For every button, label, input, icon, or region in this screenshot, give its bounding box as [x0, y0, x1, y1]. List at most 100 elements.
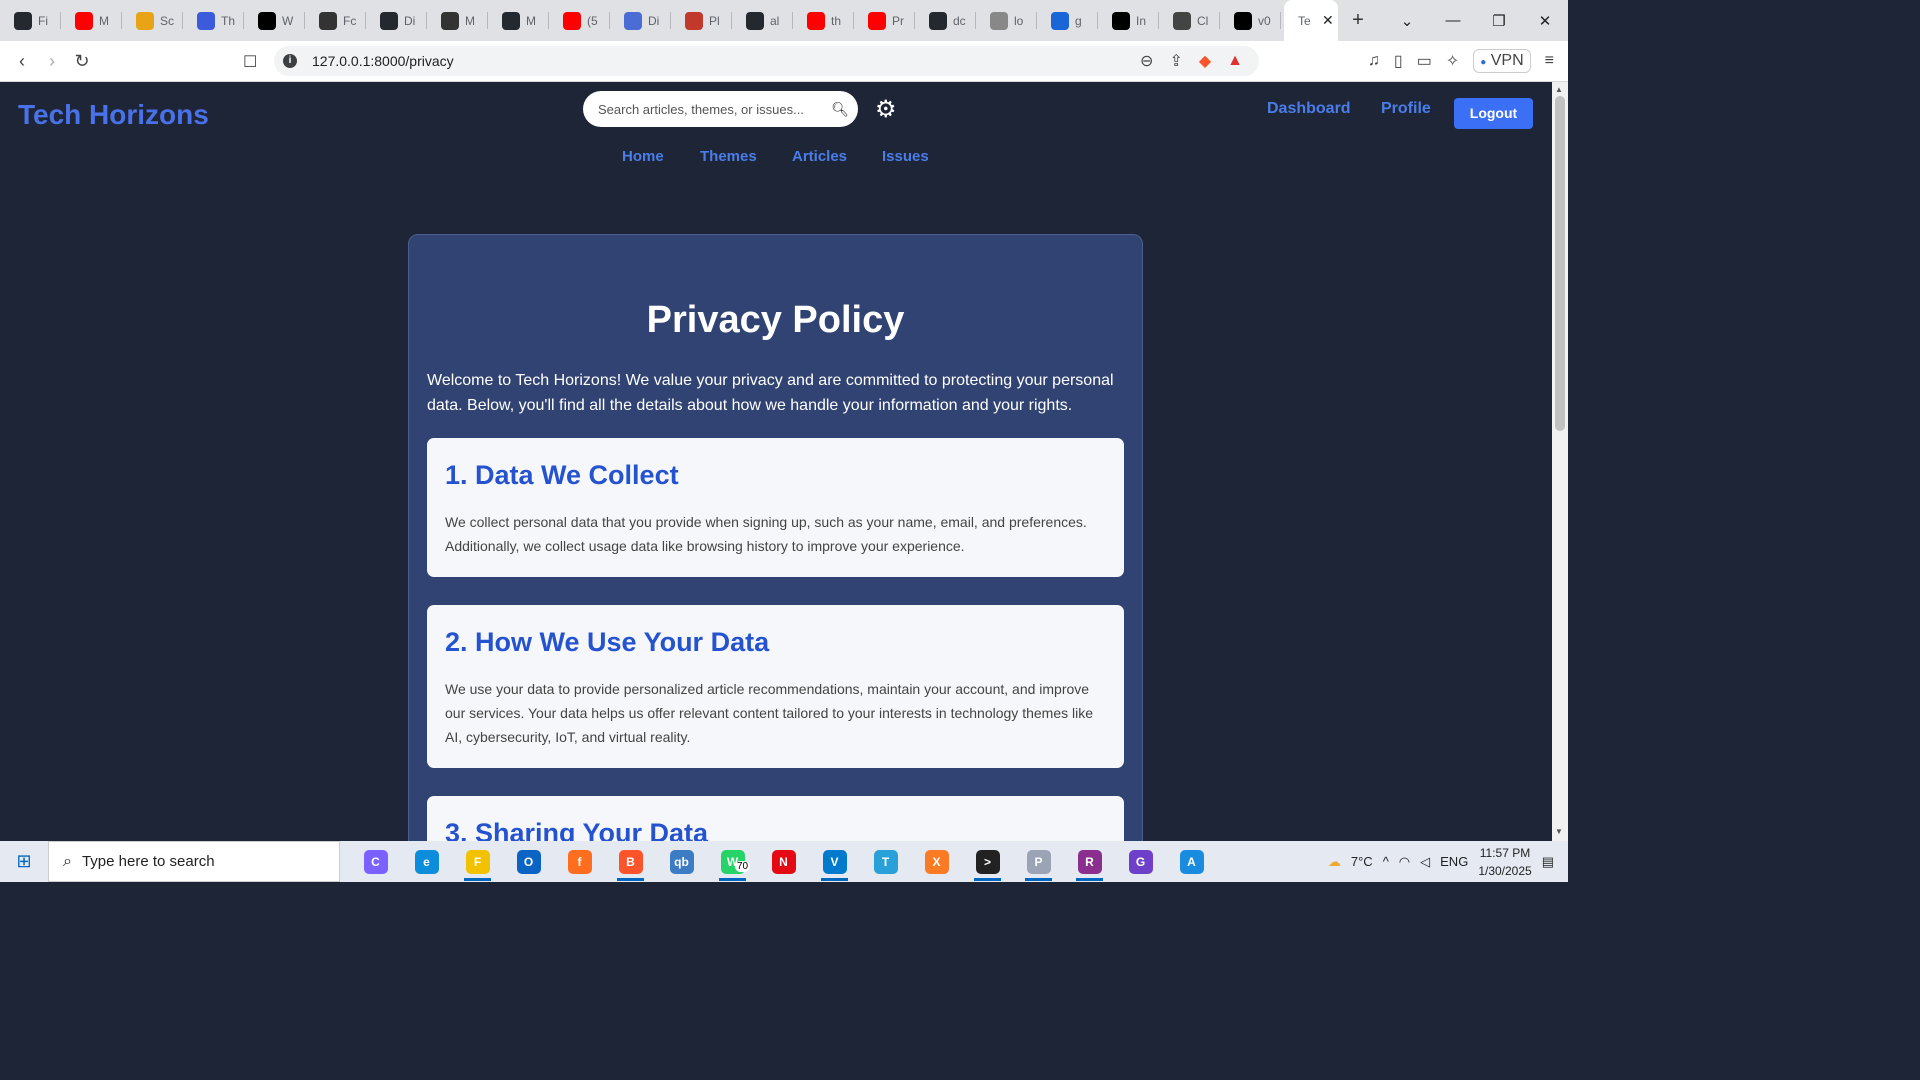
browser-tab[interactable]: Fi	[0, 0, 61, 41]
browser-tab[interactable]: Pl	[671, 0, 732, 41]
nav-articles[interactable]: Articles	[792, 148, 847, 165]
wallet-icon[interactable]: ▭	[1417, 51, 1432, 71]
github-icon	[929, 11, 947, 30]
language-indicator[interactable]: ENG	[1440, 854, 1468, 869]
site-info-icon[interactable]: i	[283, 54, 297, 68]
tab-label: Cl	[1197, 13, 1209, 28]
browser-tab[interactable]: Di	[366, 0, 427, 41]
browser-tab[interactable]: v0	[1220, 0, 1281, 41]
search-icon[interactable]: 🔍︎	[831, 101, 849, 118]
nav-themes[interactable]: Themes	[700, 148, 757, 165]
nav-home[interactable]: Home	[622, 148, 664, 165]
site-logo[interactable]: Tech Horizons	[18, 99, 209, 131]
taskbar-app[interactable]: P	[1013, 841, 1064, 882]
browser-tab[interactable]: Th	[183, 0, 244, 41]
browser-tab[interactable]: dc	[915, 0, 976, 41]
brave-rewards-icon[interactable]: ▲	[1227, 52, 1243, 70]
browser-tab[interactable]: M	[488, 0, 549, 41]
taskbar-app[interactable]: F	[452, 841, 503, 882]
windows-start-icon[interactable]: ⊞	[0, 851, 48, 872]
browser-tab[interactable]: lo	[976, 0, 1037, 41]
taskbar-app[interactable]: O	[503, 841, 554, 882]
taskbar-app[interactable]: f	[554, 841, 605, 882]
vpn-button[interactable]: ● VPN	[1473, 49, 1531, 73]
page-scrollbar[interactable]: ▲ ▼	[1552, 82, 1568, 841]
taskbar-app[interactable]: V	[809, 841, 860, 882]
leo-ai-icon[interactable]: ✧	[1446, 51, 1459, 71]
browser-tab[interactable]: al	[732, 0, 793, 41]
page-title: Privacy Policy	[646, 299, 905, 341]
notification-badge: 70	[735, 861, 751, 872]
taskbar-app[interactable]: qb	[656, 841, 707, 882]
taskbar-app[interactable]: T	[860, 841, 911, 882]
dashboard-link[interactable]: Dashboard	[1267, 100, 1351, 118]
weather-icon[interactable]: ☁	[1328, 854, 1341, 870]
nav-issues[interactable]: Issues	[882, 148, 929, 165]
browser-tab[interactable]: M	[427, 0, 488, 41]
scroll-thumb[interactable]	[1555, 96, 1565, 431]
weather-temp[interactable]: 7°C	[1351, 854, 1373, 869]
notifications-icon[interactable]: ▤	[1542, 854, 1554, 870]
taskbar-app[interactable]: X	[911, 841, 962, 882]
browser-tab[interactable]: (5	[549, 0, 610, 41]
taskbar-app[interactable]: G	[1115, 841, 1166, 882]
profile-link[interactable]: Profile	[1381, 100, 1431, 118]
browser-tab[interactable]: Cl	[1159, 0, 1220, 41]
new-tab-button[interactable]: +	[1338, 9, 1378, 32]
taskbar-app[interactable]: B	[605, 841, 656, 882]
policy-section: 3. Sharing Your Data	[427, 796, 1124, 841]
browser-tab[interactable]: th	[793, 0, 854, 41]
restore-button[interactable]: ❐	[1476, 12, 1522, 30]
github-icon	[14, 11, 32, 30]
menu-icon[interactable]: ≡	[1545, 52, 1554, 70]
back-icon[interactable]: ‹	[7, 51, 37, 72]
policy-section: 1. Data We Collect We collect personal d…	[427, 438, 1124, 577]
mountain-icon	[990, 11, 1008, 30]
search-input[interactable]: Search articles, themes, or issues... 🔍︎	[583, 91, 858, 127]
taskbar-app[interactable]: N	[758, 841, 809, 882]
close-icon[interactable]: ✕	[1322, 12, 1334, 29]
taskbar-app[interactable]: A	[1166, 841, 1217, 882]
clock-time: 11:57 PM	[1479, 845, 1531, 860]
browser-tab[interactable]: W	[244, 0, 305, 41]
close-window-button[interactable]: ✕	[1522, 12, 1568, 30]
browser-tab[interactable]: Fc	[305, 0, 366, 41]
browser-tab[interactable]: In	[1098, 0, 1159, 41]
intro-text: Welcome to Tech Horizons! We value your …	[427, 372, 1114, 414]
taskbar-app[interactable]: e	[401, 841, 452, 882]
scroll-down-icon[interactable]: ▼	[1555, 827, 1563, 836]
taskbar-app[interactable]: C	[350, 841, 401, 882]
share-icon[interactable]: ⇪	[1169, 51, 1182, 71]
url-text[interactable]: 127.0.0.1:8000/privacy	[312, 53, 454, 69]
section-body: We use your data to provide personalized…	[445, 681, 1093, 745]
browser-tab[interactable]: Di	[610, 0, 671, 41]
browser-tab[interactable]: g	[1037, 0, 1098, 41]
sidebar-icon[interactable]: ▯	[1394, 51, 1403, 71]
tab-search-icon[interactable]: ⌄	[1384, 12, 1430, 30]
browser-tab[interactable]: Sc	[122, 0, 183, 41]
clock[interactable]: 11:57 PM 1/30/2025	[1478, 844, 1531, 880]
taskbar-search[interactable]: ⌕ Type here to search	[48, 841, 340, 882]
brave-shields-icon[interactable]: ◆	[1199, 51, 1211, 71]
logout-button[interactable]: Logout	[1454, 98, 1533, 129]
minimize-button[interactable]: —	[1430, 12, 1476, 29]
bookmark-icon[interactable]: ☐	[243, 52, 257, 72]
media-icon[interactable]: ♫	[1368, 52, 1380, 70]
address-bar[interactable]: i 127.0.0.1:8000/privacy ⊖ ⇪ ◆ ▲	[274, 46, 1259, 76]
tray-expand-icon[interactable]: ^	[1383, 854, 1389, 869]
taskbar-app[interactable]: >	[962, 841, 1013, 882]
reload-icon[interactable]: ↻	[67, 51, 97, 72]
taskbar-app[interactable]: W 70	[707, 841, 758, 882]
taskbar-app[interactable]: R	[1064, 841, 1115, 882]
scroll-up-icon[interactable]: ▲	[1555, 85, 1563, 94]
zoom-icon[interactable]: ⊖	[1140, 51, 1153, 71]
theme-toggle-icon[interactable]: ⚙	[875, 95, 897, 124]
github-icon	[502, 11, 520, 30]
clock-date: 1/30/2025	[1478, 863, 1532, 878]
active-tab[interactable]: Te ✕	[1284, 0, 1338, 41]
browser-tab[interactable]: Pr	[854, 0, 915, 41]
browser-tab[interactable]: M	[61, 0, 122, 41]
forward-icon[interactable]: ›	[37, 51, 67, 72]
network-icon[interactable]: ◠	[1399, 854, 1410, 870]
volume-icon[interactable]: ◁	[1420, 854, 1430, 870]
